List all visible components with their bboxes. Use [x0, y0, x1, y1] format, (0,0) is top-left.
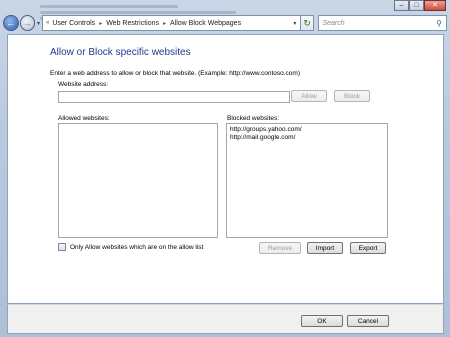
search-icon[interactable]: ⚲ — [432, 19, 446, 28]
blocked-websites-label: Blocked websites: — [227, 115, 280, 122]
blocked-websites-list[interactable]: http://groups.yahoo.com/ http://mail.goo… — [226, 123, 388, 238]
list-item[interactable]: http://groups.yahoo.com/ — [230, 126, 384, 134]
breadcrumb-item[interactable]: User Controls — [52, 20, 95, 27]
ok-button[interactable]: OK — [301, 315, 343, 327]
address-bar[interactable]: « User Controls ▸ Web Restrictions ▸ All… — [42, 15, 301, 31]
remove-button[interactable]: Remove — [259, 242, 301, 254]
folder-icon: « — [46, 20, 50, 26]
main-content: Allow or Block specific websites Enter a… — [7, 34, 444, 304]
back-arrow-icon[interactable]: ← — [3, 15, 19, 31]
import-button[interactable]: Import — [307, 242, 343, 254]
window-frame: – □ ✕ ← → ▾ « User Controls ▸ Web Restri… — [0, 0, 450, 337]
history-dropdown-icon[interactable]: ▾ — [37, 20, 40, 27]
instruction-text: Enter a web address to allow or block th… — [50, 70, 301, 77]
allowed-websites-label: Allowed websites: — [58, 115, 110, 122]
navigation-bar: ← → ▾ « User Controls ▸ Web Restrictions… — [3, 14, 447, 32]
footer-bar: OK Cancel — [7, 304, 444, 334]
only-allow-checkbox[interactable]: Only Allow websites which are on the all… — [58, 243, 203, 251]
address-dropdown-icon[interactable]: ▾ — [290, 20, 300, 27]
cancel-button[interactable]: Cancel — [347, 315, 389, 327]
breadcrumb-item[interactable]: Web Restrictions — [106, 20, 159, 27]
refresh-icon[interactable]: ↻ — [300, 15, 315, 31]
breadcrumb-separator-icon[interactable]: ▸ — [99, 20, 102, 27]
page-title: Allow or Block specific websites — [50, 47, 191, 58]
website-address-label: Website address: — [58, 81, 109, 88]
checkbox-box[interactable] — [58, 243, 66, 251]
caption-buttons: – □ ✕ — [394, 0, 446, 11]
list-item[interactable]: http://mail.google.com/ — [230, 134, 384, 142]
close-icon[interactable]: ✕ — [424, 0, 446, 11]
forward-arrow-icon[interactable]: → — [19, 15, 36, 31]
maximize-icon[interactable]: □ — [409, 0, 424, 11]
allow-button[interactable]: Allow — [291, 90, 327, 102]
breadcrumb-separator-icon[interactable]: ▸ — [163, 20, 166, 27]
export-button[interactable]: Export — [350, 242, 386, 254]
allowed-websites-list[interactable] — [58, 123, 218, 238]
website-address-input[interactable] — [58, 91, 290, 103]
block-button[interactable]: Block — [334, 90, 370, 102]
only-allow-checkbox-label: Only Allow websites which are on the all… — [70, 243, 204, 251]
minimize-icon[interactable]: – — [394, 0, 409, 11]
breadcrumb-item[interactable]: Allow Block Webpages — [170, 20, 241, 27]
search-placeholder: Search — [322, 19, 345, 27]
search-input[interactable]: Search ⚲ — [318, 15, 447, 31]
